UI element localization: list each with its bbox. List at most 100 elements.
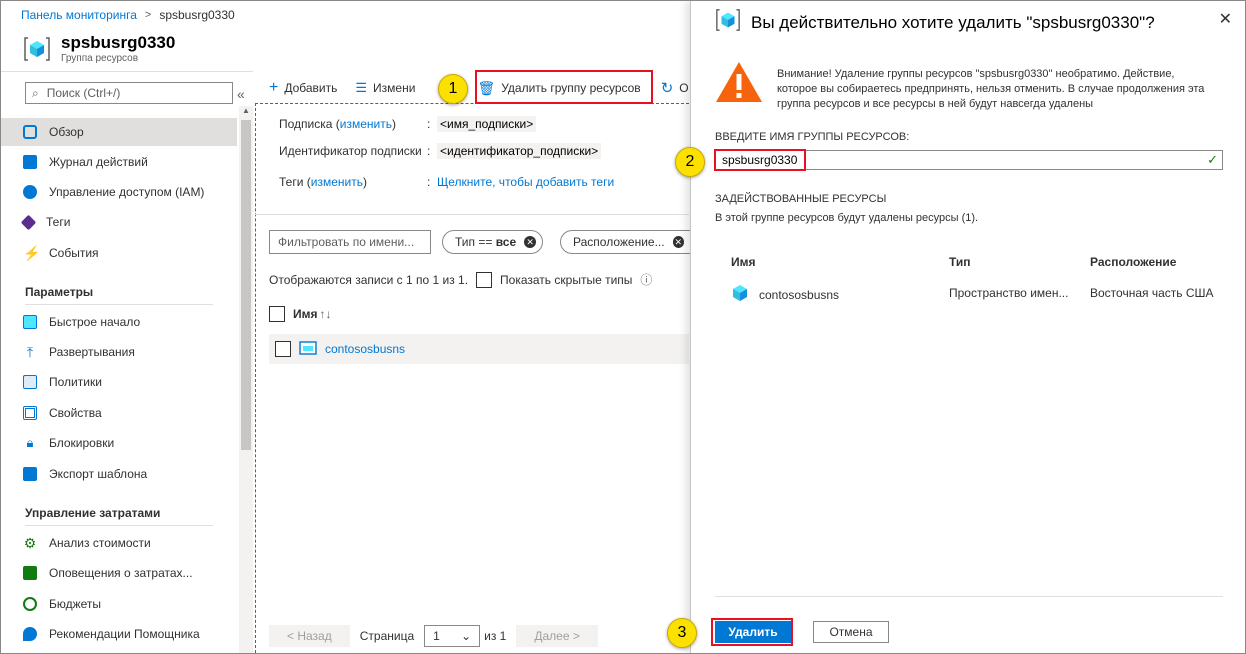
sidebar-item-label: Журнал действий — [49, 155, 148, 169]
page-select[interactable]: 1 ⌄ — [424, 625, 481, 647]
row-checkbox[interactable] — [275, 341, 291, 357]
sidebar-item-cost-analysis[interactable]: ⚙ Анализ стоимости — [1, 529, 237, 557]
sidebar-item-tags[interactable]: Теги — [1, 208, 237, 236]
pagination: < Назад Страница 1 ⌄ из 1 Далее > — [269, 625, 598, 647]
breadcrumb-chevron-icon: > — [144, 9, 152, 21]
change-tags-link[interactable]: изменить — [311, 175, 363, 189]
affected-resources-label: ЗАДЕЙСТВОВАННЫЕ РЕСУРСЫ — [715, 193, 887, 205]
sidebar-item-iam[interactable]: Управление доступом (IAM) — [1, 178, 237, 206]
show-hidden-types-checkbox[interactable] — [476, 271, 493, 288]
overview-icon — [23, 125, 37, 139]
edit-label: Измени — [373, 81, 416, 95]
sidebar-item-advisor[interactable]: Рекомендации Помощника — [1, 620, 237, 648]
page-subtitle: Группа ресурсов — [61, 53, 139, 64]
refresh-button[interactable]: ↻ О — [661, 79, 689, 97]
change-subscription-link[interactable]: изменить — [340, 117, 392, 131]
sort-icon[interactable]: ↑↓ — [320, 307, 332, 321]
sidebar-item-label: Оповещения о затратах... — [49, 566, 193, 580]
sidebar-search-input[interactable]: ⌕ Поиск (Ctrl+/) — [25, 82, 233, 104]
properties-icon — [23, 406, 37, 420]
location-filter-pill[interactable]: Расположение... ✕ — [560, 230, 690, 254]
show-hidden-types-label: Показать скрытые типы — [500, 272, 633, 287]
chevron-down-icon: ⌄ — [461, 629, 472, 643]
remove-filter-icon[interactable]: ✕ — [524, 236, 537, 248]
subscription-id-label: Идентификатор подписки — [279, 144, 422, 158]
callout-step-2: 2 — [675, 147, 705, 177]
add-button[interactable]: + Добавить — [269, 79, 337, 97]
refresh-icon: ↻ — [660, 80, 674, 97]
sidebar-item-label: Свойства — [49, 406, 102, 420]
confirm-name-label: ВВЕДИТЕ ИМЯ ГРУППЫ РЕСУРСОВ: — [715, 131, 910, 143]
quickstart-icon — [23, 315, 37, 329]
table-row[interactable]: contososbusns — [269, 334, 689, 364]
add-tags-link[interactable]: Щелкните, чтобы добавить теги — [437, 175, 614, 189]
sidebar-item-locks[interactable]: 🔒︎ Блокировки — [1, 429, 237, 457]
cost-alerts-icon — [23, 566, 37, 580]
breadcrumb-dashboard-link[interactable]: Панель мониторинга — [21, 8, 137, 22]
column-header-name: Имя — [731, 255, 756, 269]
sidebar-item-label: Анализ стоимости — [49, 536, 151, 550]
sidebar-item-quickstart[interactable]: Быстрое начало — [1, 308, 237, 336]
filter-by-name-input[interactable]: Фильтровать по имени... — [269, 230, 431, 254]
close-icon[interactable]: ✕ — [1219, 9, 1232, 29]
affected-resource-name: contososbusns — [731, 284, 839, 305]
type-filter-label: Тип == все — [455, 235, 516, 249]
sidebar-item-activity-log[interactable]: Журнал действий — [1, 148, 237, 176]
sidebar-item-budgets[interactable]: Бюджеты — [1, 590, 237, 618]
sidebar-item-label: Рекомендации Помощника — [49, 627, 200, 641]
records-count-text: Отображаются записи с 1 по 1 из 1. — [269, 272, 469, 287]
collapse-sidebar-icon[interactable]: « — [237, 86, 245, 102]
edit-columns-button[interactable]: ☰ Измени — [355, 80, 415, 96]
select-all-checkbox[interactable] — [269, 306, 285, 322]
affected-resource-name-text: contososbusns — [759, 287, 840, 302]
sidebar-scrollbar[interactable]: ▲ — [239, 106, 253, 653]
sidebar-item-label: Экспорт шаблона — [49, 467, 148, 481]
type-filter-pill[interactable]: Тип == все ✕ — [442, 230, 544, 254]
export-template-icon — [23, 467, 37, 481]
affected-resource-location: Восточная часть США — [1090, 286, 1214, 300]
sidebar-item-policies[interactable]: Политики — [1, 368, 237, 396]
remove-filter-icon[interactable]: ✕ — [672, 236, 684, 248]
resource-link[interactable]: contososbusns — [325, 342, 405, 356]
sidebar-item-deployments[interactable]: ⤒ Развертывания — [1, 338, 237, 366]
sidebar-item-overview[interactable]: Обзор — [1, 118, 237, 146]
sidebar-item-export-template[interactable]: Экспорт шаблона — [1, 460, 237, 488]
close-paren: ) — [362, 175, 367, 189]
type-filter-value: все — [495, 235, 517, 249]
sidebar-item-label: События — [49, 246, 99, 260]
cost-analysis-icon: ⚙ — [23, 535, 37, 551]
section-divider — [25, 304, 213, 305]
budgets-icon — [23, 597, 37, 611]
footer-divider — [715, 596, 1223, 597]
tags-label: Теги (изменить) — [279, 175, 367, 189]
portal-window: Панель мониторинга > spsbusrg0330 spsbus… — [0, 0, 1246, 654]
blade-title-text: Вы действительно хотите удалить "spsbusr… — [751, 12, 1155, 32]
column-header-name[interactable]: Имя — [293, 307, 318, 321]
sidebar-item-label: Быстрое начало — [49, 315, 141, 329]
highlight-box-input — [714, 149, 806, 171]
colon: : — [427, 175, 431, 189]
column-header-location: Расположение — [1090, 255, 1177, 269]
add-label: Добавить — [284, 81, 338, 95]
warning-icon — [715, 61, 763, 103]
lock-icon: 🔒︎ — [26, 435, 34, 450]
page-select-value: 1 — [433, 629, 440, 643]
breadcrumb-current: spsbusrg0330 — [159, 8, 235, 22]
scrollbar-thumb[interactable] — [241, 120, 251, 450]
next-page-button[interactable]: Далее > — [516, 625, 598, 647]
prev-page-button[interactable]: < Назад — [269, 625, 350, 647]
deployments-icon: ⤒ — [26, 344, 34, 360]
info-icon: ⓘ — [640, 273, 653, 287]
sidebar-item-label: Развертывания — [49, 345, 135, 359]
sidebar: ⌕ Поиск (Ctrl+/) « Обзор Журнал действий… — [1, 71, 253, 653]
cancel-button[interactable]: Отмена — [813, 621, 889, 643]
sidebar-item-properties[interactable]: Свойства — [1, 399, 237, 427]
subscription-label: Подписка (изменить) — [279, 117, 396, 131]
scroll-up-icon[interactable]: ▲ — [239, 106, 253, 118]
sidebar-item-cost-alerts[interactable]: Оповещения о затратах... — [1, 559, 237, 587]
colon: : — [427, 117, 431, 131]
sidebar-item-events[interactable]: ⚡ События — [1, 239, 237, 267]
policies-icon — [23, 375, 37, 389]
sidebar-item-label: Управление доступом (IAM) — [49, 185, 205, 199]
service-bus-namespace-icon — [299, 340, 317, 358]
